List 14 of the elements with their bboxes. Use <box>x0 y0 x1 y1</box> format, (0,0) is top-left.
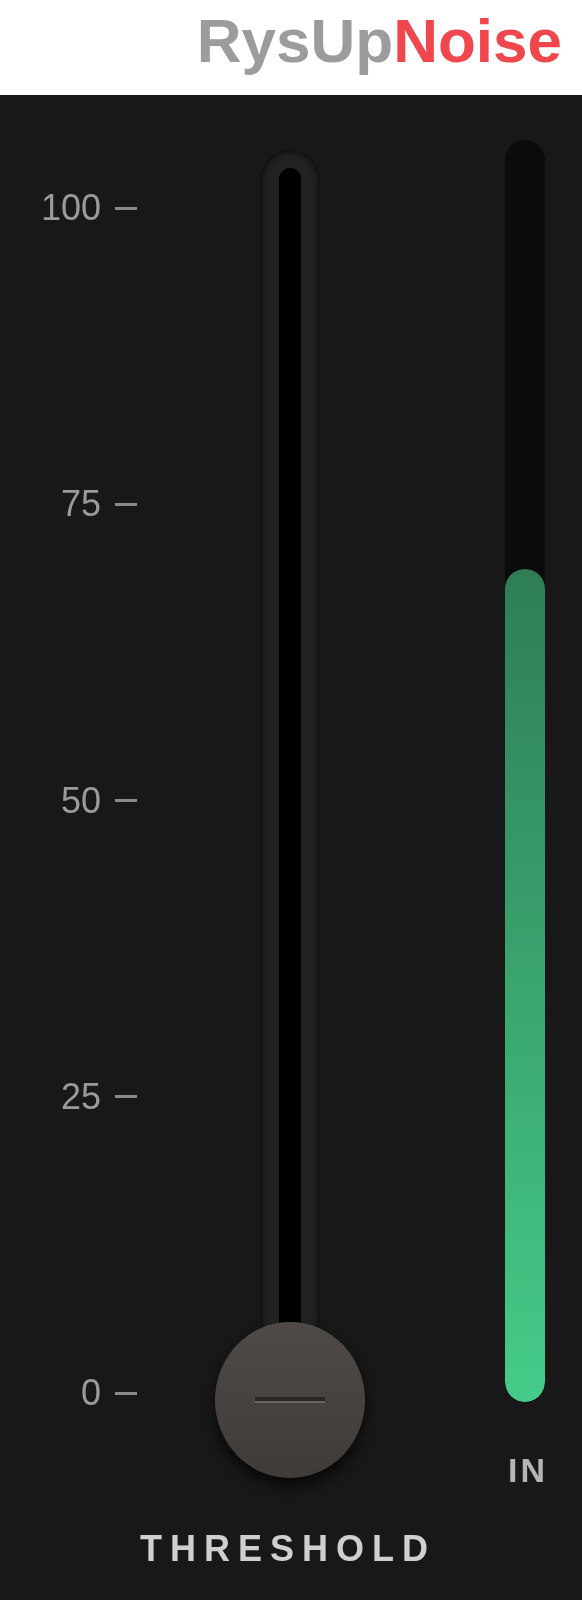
tick-mark <box>115 1391 137 1395</box>
scale-label: 100 <box>40 187 101 229</box>
meter-label: IN <box>508 1451 548 1490</box>
tick-mark <box>115 1095 137 1099</box>
scale-label: 0 <box>80 1372 101 1414</box>
slider-label: THRESHOLD <box>140 1528 436 1570</box>
tick-mark <box>115 502 137 506</box>
scale-label: 50 <box>60 779 101 822</box>
tick-mark <box>115 206 137 210</box>
scale-label: 75 <box>60 483 101 526</box>
scale-label: 25 <box>60 1075 101 1118</box>
tick-mark <box>115 799 137 802</box>
brand-title: Noise <box>393 6 562 75</box>
brand-title: RysUp <box>196 6 394 75</box>
